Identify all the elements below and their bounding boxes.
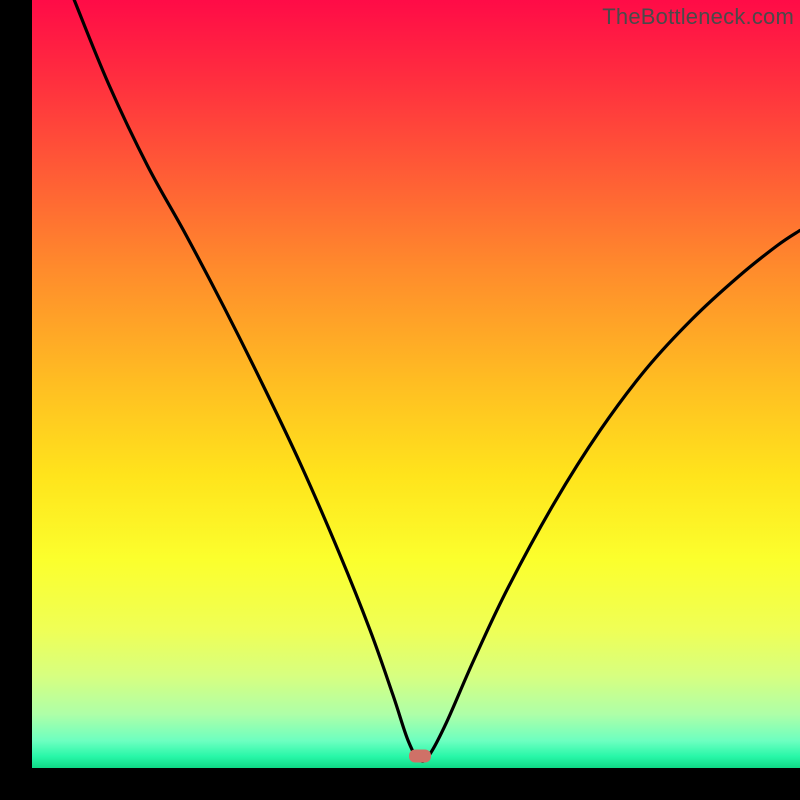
bottom-border: [0, 768, 800, 800]
chart-stage: TheBottleneck.com: [0, 0, 800, 800]
curve-layer: [32, 0, 800, 768]
left-border: [0, 0, 32, 800]
min-marker: [409, 750, 431, 763]
watermark-text: TheBottleneck.com: [602, 4, 794, 30]
bottleneck-curve: [74, 0, 800, 761]
plot-area: TheBottleneck.com: [32, 0, 800, 768]
